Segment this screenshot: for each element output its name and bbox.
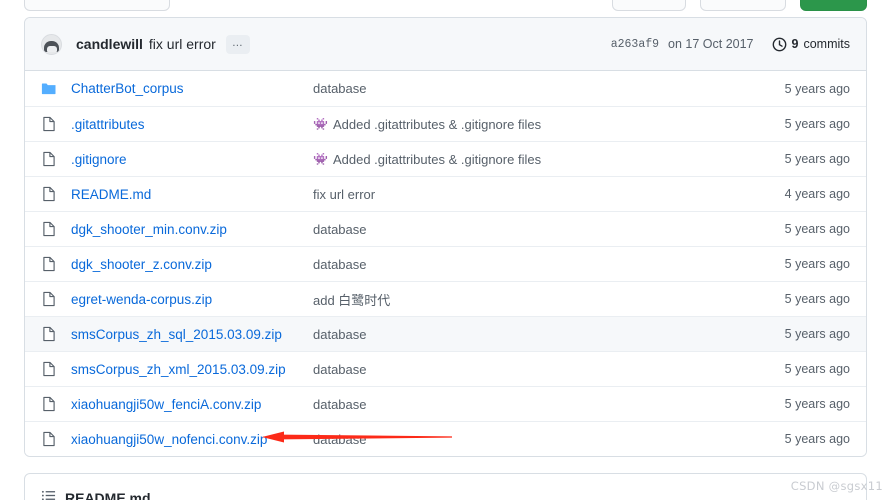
table-row[interactable]: .gitignore 👾 Added .gitattributes & .gitig… [25,141,866,176]
file-icon [41,256,71,272]
list-unordered-icon [41,488,56,500]
file-name-link[interactable]: xiaohuangji50w_nofenci.conv.zip [71,432,313,447]
latest-commit-bar: candlewill fix url error … a263af9 on 17… [25,18,866,71]
commit-time: 5 years ago [784,362,850,376]
top-toolbar-strip [0,0,891,11]
file-icon [41,291,71,307]
file-name-link[interactable]: ChatterBot_corpus [71,81,313,96]
commit-message-cell: fix url error [313,187,742,202]
commit-time: 4 years ago [784,187,850,201]
file-icon [41,326,71,342]
commit-message-link[interactable]: fix url error [313,187,375,202]
commit-date: on 17 Oct 2017 [668,37,754,51]
commit-message-link[interactable]: database [313,222,367,237]
commits-history-link[interactable]: 9 commits [772,37,850,52]
file-icon [41,151,71,167]
avatar-face [46,45,57,52]
table-row[interactable]: dgk_shooter_min.conv.zip database 5 years … [25,211,866,246]
table-row[interactable]: ChatterBot_corpus database 5 years ago [25,71,866,106]
file-name-link[interactable]: .gitattributes [71,117,313,132]
commit-message-cell: add 白鹭时代 [313,290,742,309]
commit-message-cell: database [313,362,742,377]
folder-icon [41,81,71,97]
commit-message-link[interactable]: database [313,81,367,96]
table-row[interactable]: dgk_shooter_z.conv.zip database 5 years ag… [25,246,866,281]
file-name-link[interactable]: xiaohuangji50w_fenciA.conv.zip [71,397,313,412]
go-to-file-button[interactable] [612,0,686,11]
commit-time: 5 years ago [784,432,850,446]
commit-time: 5 years ago [784,117,850,131]
file-name-link[interactable]: README.md [71,187,313,202]
commit-message-link[interactable]: database [313,362,367,377]
file-name-link[interactable]: smsCorpus_zh_xml_2015.03.09.zip [71,362,313,377]
file-icon [41,186,71,202]
commits-count: 9 [791,37,799,51]
readme-header: README.md [25,474,866,500]
commit-message-cell: 👾 Added .gitattributes & .gitignore files [313,117,742,132]
commit-message-link[interactable]: database [313,432,367,447]
file-icon [41,116,71,132]
repo-file-browser: candlewill fix url error … a263af9 on 17… [0,0,891,500]
readme-title: README.md [65,490,151,500]
commit-time: 5 years ago [784,327,850,341]
history-icon [772,37,787,52]
commit-message-cell: database [313,327,742,342]
table-row[interactable]: xiaohuangji50w_fenciA.conv.zip database 5 … [25,386,866,421]
commit-message-link[interactable]: database [313,327,367,342]
commits-label: commits [803,37,850,51]
alien-monster-emoji-icon: 👾 [313,117,328,131]
table-row[interactable]: smsCorpus_zh_xml_2015.03.09.zip database 5… [25,351,866,386]
table-row[interactable]: smsCorpus_zh_sql_2015.03.09.zip database 5… [25,316,866,351]
table-row[interactable]: xiaohuangji50w_nofenci.conv.zip database 5… [25,421,866,456]
file-list-panel: candlewill fix url error … a263af9 on 17… [24,17,867,457]
alien-monster-emoji-icon: 👾 [313,152,328,166]
commit-sha[interactable]: a263af9 [611,38,659,51]
commit-details-ellipsis-button[interactable]: … [225,34,250,54]
commit-meta: a263af9 on 17 Oct 2017 9 commits [611,37,850,52]
file-name-link[interactable]: dgk_shooter_z.conv.zip [71,257,313,272]
branch-selector-button[interactable] [24,0,170,11]
table-row[interactable]: .gitattributes 👾 Added .gitattributes & .g… [25,106,866,141]
commit-message-link[interactable]: add 白鹭时代 [313,290,390,309]
file-name-link[interactable]: egret-wenda-corpus.zip [71,292,313,307]
file-icon [41,431,71,447]
file-name-link[interactable]: dgk_shooter_min.conv.zip [71,222,313,237]
file-icon [41,396,71,412]
file-icon [41,361,71,377]
avatar[interactable] [41,33,62,55]
commit-message-link[interactable]: database [313,257,367,272]
table-row[interactable]: egret-wenda-corpus.zip add 白鹭时代 5 years ag… [25,281,866,316]
commit-message-cell: database [313,397,742,412]
commit-time: 5 years ago [784,292,850,306]
add-file-button[interactable] [700,0,786,11]
commit-message[interactable]: fix url error [149,36,216,52]
readme-panel: README.md [24,473,867,500]
file-icon [41,221,71,237]
commit-author[interactable]: candlewill [76,36,143,52]
commit-time: 5 years ago [784,257,850,271]
commit-message-cell: database [313,257,742,272]
commit-message-cell: database [313,81,742,96]
file-name-link[interactable]: smsCorpus_zh_sql_2015.03.09.zip [71,327,313,342]
commit-time: 5 years ago [784,81,850,96]
commit-message-link[interactable]: database [313,397,367,412]
commit-message-cell: database [313,222,742,237]
code-download-button[interactable] [800,0,867,11]
commit-message-link[interactable]: Added .gitattributes & .gitignore files [333,152,541,167]
commit-message-cell: database [313,432,742,447]
commit-message-link[interactable]: Added .gitattributes & .gitignore files [333,117,541,132]
commit-time: 5 years ago [784,222,850,236]
file-name-link[interactable]: .gitignore [71,152,313,167]
commit-message-cell: 👾 Added .gitattributes & .gitignore files [313,152,742,167]
table-row[interactable]: README.md fix url error 4 years ago [25,176,866,211]
commit-time: 5 years ago [784,152,850,166]
csdn-watermark: CSDN @sgsx11 [790,479,883,493]
file-rows: ChatterBot_corpus database 5 years ago .git… [25,71,866,456]
commit-time: 5 years ago [784,397,850,411]
